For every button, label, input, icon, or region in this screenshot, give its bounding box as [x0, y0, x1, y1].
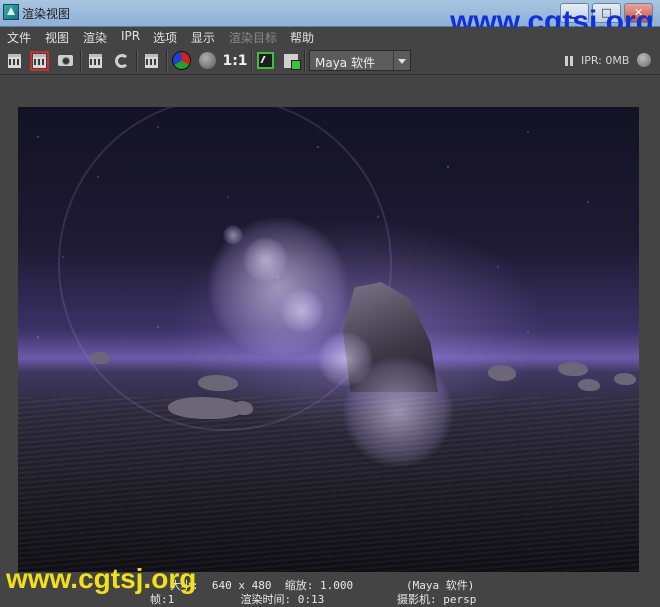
renderer-dropdown[interactable]: Maya 软件 — [309, 50, 411, 71]
menu-ipr[interactable]: IPR — [121, 29, 140, 43]
menu-render[interactable]: 渲染 — [83, 29, 107, 46]
toolbar-separator — [251, 50, 252, 71]
render-region-clapper-icon[interactable] — [86, 51, 105, 70]
menu-bar: 文件 视图 渲染 IPR 选项 显示 渲染目标 帮助 — [0, 27, 660, 47]
toolbar-separator — [166, 50, 167, 71]
refresh-ipr-icon[interactable] — [112, 51, 131, 70]
small-rock — [614, 373, 636, 385]
small-rock — [558, 362, 588, 376]
ipr-memory-label: IPR: 0MB — [581, 54, 630, 67]
keep-image-icon[interactable] — [256, 51, 275, 70]
watermark-bottom: www.cgtsj.org — [6, 563, 197, 594]
renderer-value: Maya 软件 — [315, 56, 375, 70]
ratio-label: 1:1 — [222, 52, 248, 69]
menu-file[interactable]: 文件 — [7, 29, 31, 46]
window-title: 渲染视图 — [22, 7, 71, 21]
remove-image-icon[interactable] — [281, 51, 301, 70]
small-rock — [90, 352, 110, 364]
menu-view[interactable]: 视图 — [45, 29, 69, 46]
pause-ipr-icon[interactable] — [565, 56, 574, 66]
menu-options[interactable]: 选项 — [153, 29, 177, 46]
snapshot-camera-icon[interactable] — [56, 51, 75, 70]
toolbar-separator — [80, 50, 81, 71]
small-rock — [198, 375, 238, 391]
small-rock — [168, 397, 243, 419]
maya-app-icon — [3, 4, 19, 20]
lens-flare — [243, 237, 288, 282]
lens-flare — [280, 289, 324, 333]
lens-flare — [343, 357, 453, 467]
lens-flare — [223, 225, 243, 245]
ipr-render-clapper-icon[interactable] — [30, 50, 49, 71]
rgb-channels-icon[interactable] — [172, 51, 191, 70]
stop-ipr-icon[interactable] — [637, 53, 651, 67]
toolbar-separator — [136, 50, 137, 71]
render-info-frame: 帧:1 渲染时间: 0:13 摄影机: persp — [150, 593, 477, 606]
menu-render-target: 渲染目标 — [229, 31, 278, 45]
small-rock — [578, 379, 600, 391]
alpha-channel-icon[interactable] — [198, 51, 217, 70]
rendered-image — [18, 107, 639, 572]
small-rock — [233, 401, 253, 415]
render-clapper-icon[interactable] — [5, 51, 24, 70]
chevron-down-icon — [393, 51, 410, 70]
real-size-button[interactable]: 1:1 — [222, 51, 248, 70]
small-rock — [488, 365, 516, 381]
menu-display[interactable]: 显示 — [191, 29, 215, 46]
menu-help[interactable]: 帮助 — [290, 29, 314, 46]
rocky-ground — [18, 397, 639, 572]
render-settings-icon[interactable] — [142, 51, 161, 70]
toolbar-separator — [304, 50, 305, 71]
